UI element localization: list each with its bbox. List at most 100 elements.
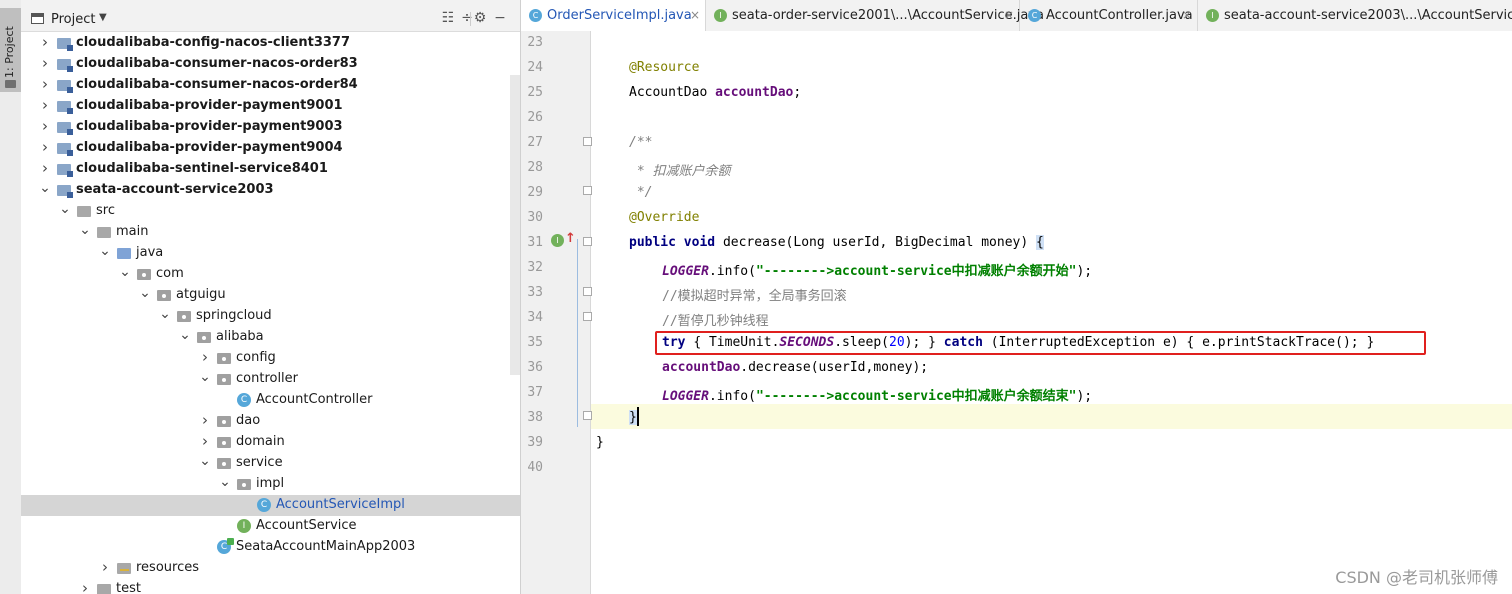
code-line: @Override — [629, 210, 699, 235]
close-icon[interactable]: × — [690, 8, 700, 22]
minimize-icon[interactable]: − — [491, 10, 509, 26]
package-icon — [197, 332, 211, 343]
gear-icon[interactable]: ⚙ — [471, 10, 489, 26]
module-icon — [57, 38, 73, 51]
tree-item[interactable]: › dao — [21, 411, 520, 432]
chevron-down-icon[interactable]: ⌄ — [199, 369, 211, 385]
tree-item-label: cloudalibaba-provider-payment9003 — [76, 119, 343, 134]
chevron-right-icon[interactable]: › — [39, 54, 51, 72]
tree-item[interactable]: ⌄ seata-account-service2003 — [21, 180, 520, 201]
tree-item[interactable]: › resources — [21, 558, 520, 579]
editor-tab-label: AccountController.java — [1046, 8, 1193, 23]
tree-item[interactable]: ⌄ main — [21, 222, 520, 243]
chevron-down-icon[interactable]: ⌄ — [119, 264, 131, 280]
tree-item-label: cloudalibaba-sentinel-service8401 — [76, 161, 328, 176]
folder-icon — [97, 227, 111, 238]
tree-item[interactable]: ⌄ com — [21, 264, 520, 285]
editor-tab[interactable]: Iseata-order-service2001\...\AccountServ… — [706, 0, 1044, 31]
code-token: LOGGER — [662, 264, 709, 279]
code-line: @Resource — [629, 60, 699, 85]
chevron-right-icon[interactable]: › — [39, 96, 51, 114]
code-token: @Resource — [629, 60, 700, 75]
tree-item-label: AccountServiceImpl — [276, 497, 405, 512]
tree-item[interactable]: ⌄ java — [21, 243, 520, 264]
close-icon[interactable]: × — [1004, 8, 1014, 22]
text-caret — [637, 407, 639, 426]
code-line: /** — [629, 135, 652, 160]
watermark: CSDN @老司机张师傅 — [1335, 568, 1498, 587]
tree-item[interactable]: › cloudalibaba-consumer-nacos-order83 — [21, 54, 520, 75]
code-editor[interactable]: I ↑ 23 24 25 26 27 28 29 30 31 32 33 34 35 36 37 38 39 40… — [521, 31, 1512, 594]
tree-item[interactable]: › domain — [21, 432, 520, 453]
code-token: accountDao — [662, 360, 741, 375]
chevron-down-icon[interactable]: ▼ — [99, 12, 107, 23]
chevron-right-icon[interactable]: › — [39, 117, 51, 135]
class-icon: C — [1028, 9, 1041, 22]
interface-icon: I — [237, 519, 251, 533]
tree-item[interactable]: › cloudalibaba-provider-payment9001 — [21, 96, 520, 117]
chevron-right-icon[interactable]: › — [99, 558, 111, 576]
tree-item-label: dao — [236, 413, 261, 428]
editor-tab[interactable]: C OrderServiceImpl.java × — [521, 0, 706, 31]
tree-item-label: cloudalibaba-config-nacos-client3377 — [76, 35, 351, 50]
project-tool-tab[interactable]: 1: Project — [0, 8, 21, 92]
collapse-all-icon[interactable]: ☷ — [439, 10, 457, 26]
tree-item[interactable]: ⌄ service — [21, 453, 520, 474]
folder-icon — [5, 80, 16, 88]
chevron-right-icon[interactable]: › — [39, 159, 51, 177]
chevron-down-icon[interactable]: ⌄ — [179, 327, 191, 343]
resources-folder-icon — [117, 563, 131, 574]
tree-item[interactable]: ⌄ alibaba — [21, 327, 520, 348]
tree-item[interactable]: ⌄ atguigu — [21, 285, 520, 306]
close-icon[interactable]: × — [1182, 8, 1192, 22]
code-token: ); — [1076, 389, 1093, 404]
tree-scrollbar[interactable] — [510, 75, 520, 375]
tree-item[interactable]: C SeataAccountMainApp2003 — [21, 537, 520, 558]
chevron-right-icon[interactable]: › — [39, 33, 51, 51]
chevron-down-icon[interactable]: ⌄ — [79, 222, 91, 238]
tree-item[interactable]: ⌄ springcloud — [21, 306, 520, 327]
chevron-right-icon[interactable]: › — [199, 348, 211, 366]
tree-item-label: AccountService — [256, 518, 357, 533]
class-icon: C — [257, 498, 271, 512]
tree-item[interactable]: ⌄ impl — [21, 474, 520, 495]
tree-item[interactable]: C AccountController — [21, 390, 520, 411]
tree-item[interactable]: › cloudalibaba-provider-payment9003 — [21, 117, 520, 138]
tree-item[interactable]: ⌄ controller — [21, 369, 520, 390]
chevron-right-icon[interactable]: › — [39, 138, 51, 156]
tree-item[interactable]: › cloudalibaba-provider-payment9004 — [21, 138, 520, 159]
chevron-right-icon[interactable]: › — [199, 411, 211, 429]
chevron-right-icon[interactable]: › — [39, 75, 51, 93]
code-token: * 扣减账户余额 — [629, 164, 731, 179]
package-icon — [217, 437, 231, 448]
tree-item[interactable]: › cloudalibaba-config-nacos-client3377 — [21, 33, 520, 54]
tree-item[interactable]: › config — [21, 348, 520, 369]
chevron-down-icon[interactable]: ⌄ — [39, 180, 51, 196]
code-line: * 扣减账户余额 — [629, 160, 731, 185]
chevron-right-icon[interactable]: › — [199, 432, 211, 450]
tree-item[interactable]: I AccountService — [21, 516, 520, 537]
project-panel-title[interactable]: Project — [51, 12, 95, 27]
tree-item[interactable]: › cloudalibaba-sentinel-service8401 — [21, 159, 520, 180]
code-token: } — [629, 410, 637, 425]
chevron-down-icon[interactable]: ⌄ — [159, 306, 171, 322]
tree-item[interactable]: C AccountServiceImpl — [21, 495, 520, 516]
chevron-down-icon[interactable]: ⌄ — [59, 201, 71, 217]
code-line: public void decrease(Long userId, BigDec… — [629, 235, 1044, 260]
tree-item-label: service — [236, 455, 283, 470]
tree-item-label: springcloud — [196, 308, 272, 323]
chevron-down-icon[interactable]: ⌄ — [139, 285, 151, 301]
package-icon — [217, 416, 231, 427]
tree-item[interactable]: › test — [21, 579, 520, 594]
editor-tab[interactable]: Iseata-account-service2003\...\AccountSe… — [1198, 0, 1512, 31]
tree-item[interactable]: › cloudalibaba-consumer-nacos-order84 — [21, 75, 520, 96]
tree-item[interactable]: ⌄ src — [21, 201, 520, 222]
chevron-down-icon[interactable]: ⌄ — [99, 243, 111, 259]
code-token: //模拟超时异常，全局事务回滚 — [662, 289, 847, 304]
code-line: AccountDao accountDao; — [629, 85, 801, 110]
chevron-right-icon[interactable]: › — [79, 579, 91, 594]
code-token: "-------->account-service中扣减账户余额结束" — [755, 389, 1077, 404]
chevron-down-icon[interactable]: ⌄ — [219, 474, 231, 490]
editor-tab[interactable]: C AccountController.java × — [1020, 0, 1198, 31]
chevron-down-icon[interactable]: ⌄ — [199, 453, 211, 469]
